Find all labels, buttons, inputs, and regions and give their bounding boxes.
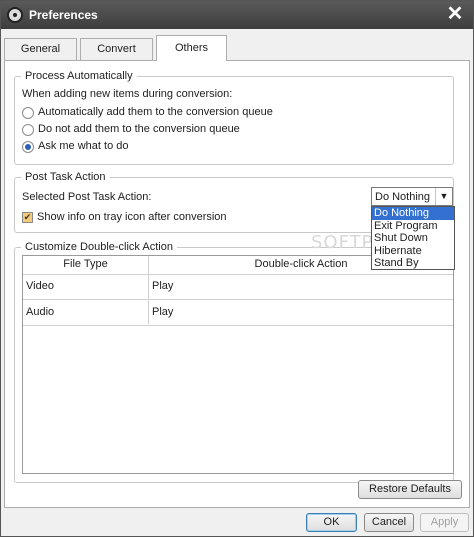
process-automatically-legend: Process Automatically [25, 70, 133, 82]
post-task-select-label: Selected Post Task Action: [22, 191, 152, 203]
post-task-action-legend: Post Task Action [25, 171, 106, 183]
tray-info-checkbox[interactable]: ✔ [22, 212, 33, 223]
option-stand-by[interactable]: Stand By [372, 257, 454, 270]
watermark: SOFTP [311, 232, 374, 253]
option-hibernate[interactable]: Hibernate [372, 245, 454, 258]
radio-ask-me-label[interactable]: Ask me what to do [38, 140, 129, 152]
radio-ask-me[interactable] [22, 141, 34, 153]
radio-auto-add[interactable] [22, 107, 34, 119]
ok-button[interactable]: OK [306, 513, 357, 532]
tray-info-label[interactable]: Show info on tray icon after conversion [37, 211, 227, 223]
preferences-window: Preferences ✕ General Convert Others Pro… [0, 0, 474, 537]
double-click-action-legend: Customize Double-click Action [25, 241, 173, 253]
cell-action[interactable]: Play [152, 306, 173, 318]
title-bar: Preferences ✕ [1, 1, 473, 29]
apply-button[interactable]: Apply [420, 513, 469, 532]
film-reel-icon [7, 7, 23, 23]
tab-convert[interactable]: Convert [80, 38, 153, 60]
option-do-nothing[interactable]: Do Nothing [372, 207, 454, 220]
chevron-down-icon[interactable]: ▼ [435, 188, 452, 205]
restore-defaults-button[interactable]: Restore Defaults [358, 480, 462, 499]
cancel-button[interactable]: Cancel [364, 513, 414, 532]
option-shut-down[interactable]: Shut Down [372, 232, 454, 245]
table-row[interactable]: Video Play [23, 274, 453, 300]
process-auto-prompt: When adding new items during conversion: [22, 88, 233, 100]
table-row[interactable]: Audio Play [23, 300, 453, 326]
radio-auto-add-label[interactable]: Automatically add them to the conversion… [38, 106, 273, 118]
window-title: Preferences [29, 8, 98, 22]
close-button[interactable]: ✕ [445, 4, 465, 24]
cell-file-type: Video [26, 280, 54, 292]
post-task-selected-value: Do Nothing [375, 191, 431, 203]
tab-others[interactable]: Others [156, 35, 227, 61]
radio-do-not-add-label[interactable]: Do not add them to the conversion queue [38, 123, 240, 135]
tab-general[interactable]: General [4, 38, 77, 60]
cell-file-type: Audio [26, 306, 55, 318]
post-task-action-select[interactable]: Do Nothing ▼ [371, 187, 453, 206]
radio-do-not-add[interactable] [22, 124, 34, 136]
option-exit-program[interactable]: Exit Program [372, 220, 454, 233]
header-file-type[interactable]: File Type [23, 258, 148, 270]
post-task-dropdown-list: Do Nothing Exit Program Shut Down Hibern… [371, 206, 455, 270]
double-click-table: File Type Double-click Action Video Play… [22, 255, 454, 474]
cell-action[interactable]: Play [152, 280, 173, 292]
